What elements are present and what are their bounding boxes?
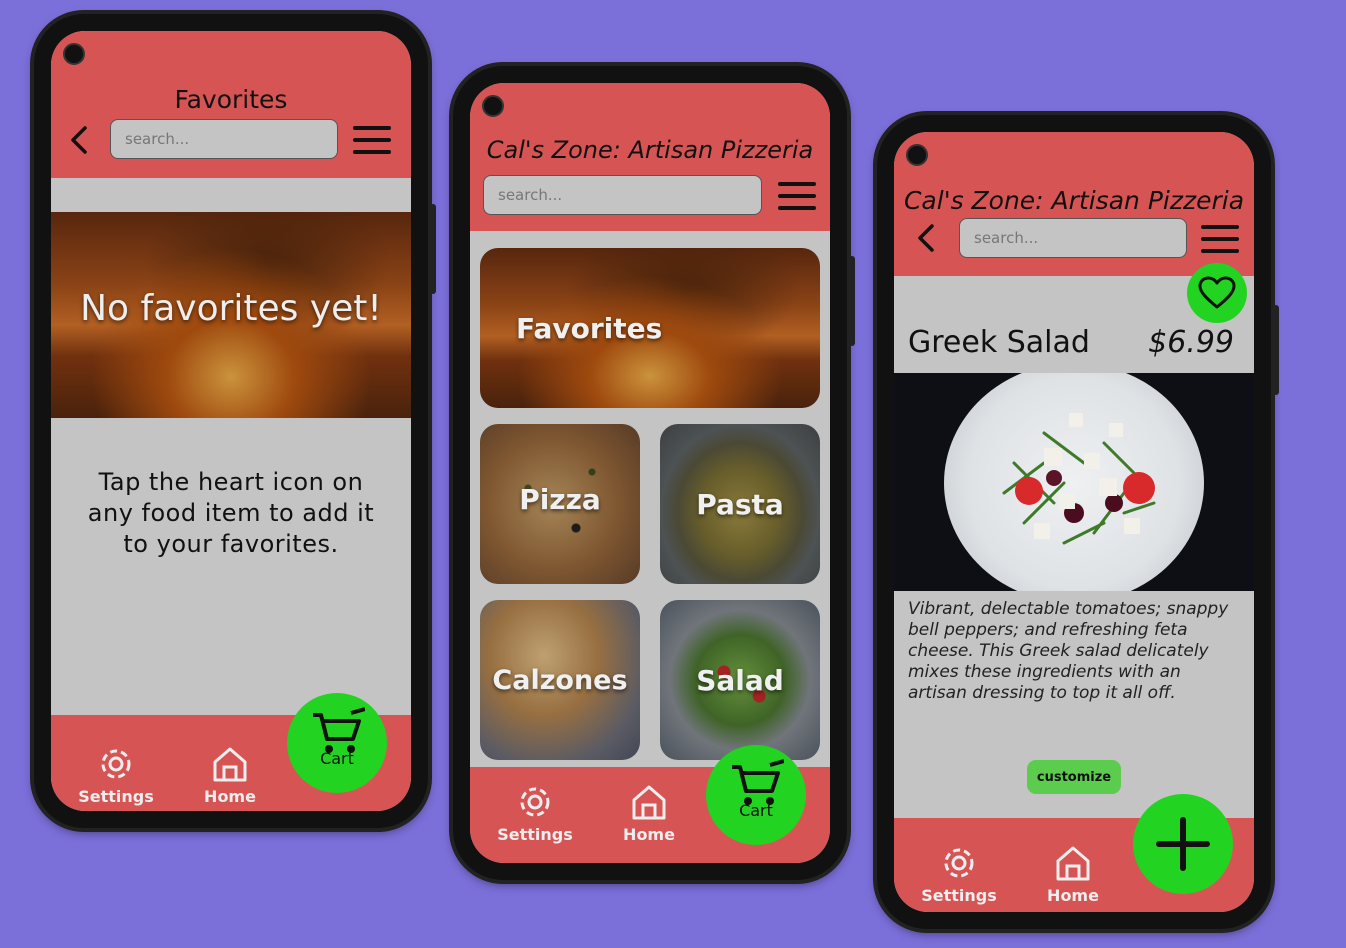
back-icon[interactable]	[67, 125, 93, 155]
category-pasta[interactable]: Pasta	[660, 424, 820, 584]
home-screen: Cal's Zone: Artisan Pizzeria Favorites P…	[470, 83, 830, 863]
header: Cal's Zone: Artisan Pizzeria	[470, 83, 830, 231]
home-icon	[632, 785, 666, 820]
nav-home-label: Home	[204, 787, 256, 806]
cart-label: Cart	[739, 801, 773, 820]
nav-settings[interactable]: Settings	[71, 743, 161, 806]
nav-home-label: Home	[1047, 886, 1099, 905]
phone-item-detail: Cal's Zone: Artisan Pizzeria Greek Salad…	[877, 115, 1279, 929]
category-salad[interactable]: Salad	[660, 600, 820, 760]
category-pizza[interactable]: Pizza	[480, 424, 640, 584]
camera-hole	[906, 144, 928, 166]
cart-button[interactable]: Cart	[706, 745, 806, 845]
restaurant-title: Cal's Zone: Artisan Pizzeria	[486, 136, 814, 164]
favorite-button[interactable]	[1187, 263, 1247, 323]
category-label: Pizza	[519, 482, 601, 516]
page-title: Favorites	[174, 85, 288, 114]
nav-home[interactable]: Home	[185, 743, 275, 806]
nav-settings-label: Settings	[497, 825, 573, 844]
nav-home[interactable]: Home	[604, 781, 694, 844]
favorites-screen: Favorites No favorites yet! Tap the hear…	[51, 31, 411, 811]
side-button	[849, 256, 855, 346]
category-label: Pasta	[696, 487, 784, 521]
phone-home: Cal's Zone: Artisan Pizzeria Favorites P…	[453, 66, 855, 880]
empty-favorites-instructions: Tap the heart icon on any food item to a…	[87, 468, 375, 558]
add-to-cart-button[interactable]	[1133, 794, 1233, 894]
camera-hole	[482, 95, 504, 117]
nav-home-label: Home	[623, 825, 675, 844]
nav-settings[interactable]: Settings	[914, 842, 1004, 905]
search-input[interactable]	[959, 218, 1187, 258]
side-button	[430, 204, 436, 294]
item-screen: Cal's Zone: Artisan Pizzeria Greek Salad…	[894, 132, 1254, 912]
nav-settings[interactable]: Settings	[490, 781, 580, 844]
item-name: Greek Salad	[908, 325, 1090, 360]
header: Cal's Zone: Artisan Pizzeria	[894, 132, 1254, 276]
category-label: Salad	[696, 663, 784, 697]
plus-icon	[1156, 817, 1210, 871]
nav-home[interactable]: Home	[1028, 842, 1118, 905]
home-icon	[213, 747, 247, 782]
gear-icon	[520, 787, 550, 817]
nav-settings-label: Settings	[78, 787, 154, 806]
cart-label: Cart	[320, 749, 354, 768]
camera-hole	[63, 43, 85, 65]
category-calzones[interactable]: Calzones	[480, 600, 640, 760]
customize-button[interactable]: customize	[1027, 760, 1121, 794]
category-label: Calzones	[492, 664, 628, 696]
category-label: Favorites	[516, 311, 663, 345]
nav-settings-label: Settings	[921, 886, 997, 905]
menu-icon[interactable]	[778, 182, 816, 210]
menu-icon[interactable]	[353, 126, 391, 154]
search-input[interactable]	[110, 119, 338, 159]
item-photo	[894, 373, 1254, 591]
back-icon[interactable]	[914, 223, 940, 253]
empty-favorites-heading: No favorites yet!	[80, 287, 382, 329]
item-price: $6.99	[1148, 325, 1234, 360]
gear-icon	[101, 749, 131, 779]
side-button	[1273, 305, 1279, 395]
favorites-hero: No favorites yet!	[51, 212, 411, 418]
cart-button[interactable]: Cart	[287, 693, 387, 793]
search-input[interactable]	[483, 175, 762, 215]
restaurant-title: Cal's Zone: Artisan Pizzeria	[903, 186, 1245, 215]
menu-icon[interactable]	[1201, 225, 1239, 253]
home-icon	[1056, 846, 1090, 881]
category-favorites[interactable]: Favorites	[480, 248, 820, 408]
heart-icon	[1198, 276, 1236, 309]
gear-icon	[944, 848, 974, 878]
header: Favorites	[51, 31, 411, 178]
item-description: Vibrant, delectable tomatoes; snappy bel…	[908, 599, 1229, 703]
phone-favorites: Favorites No favorites yet! Tap the hear…	[34, 14, 436, 828]
